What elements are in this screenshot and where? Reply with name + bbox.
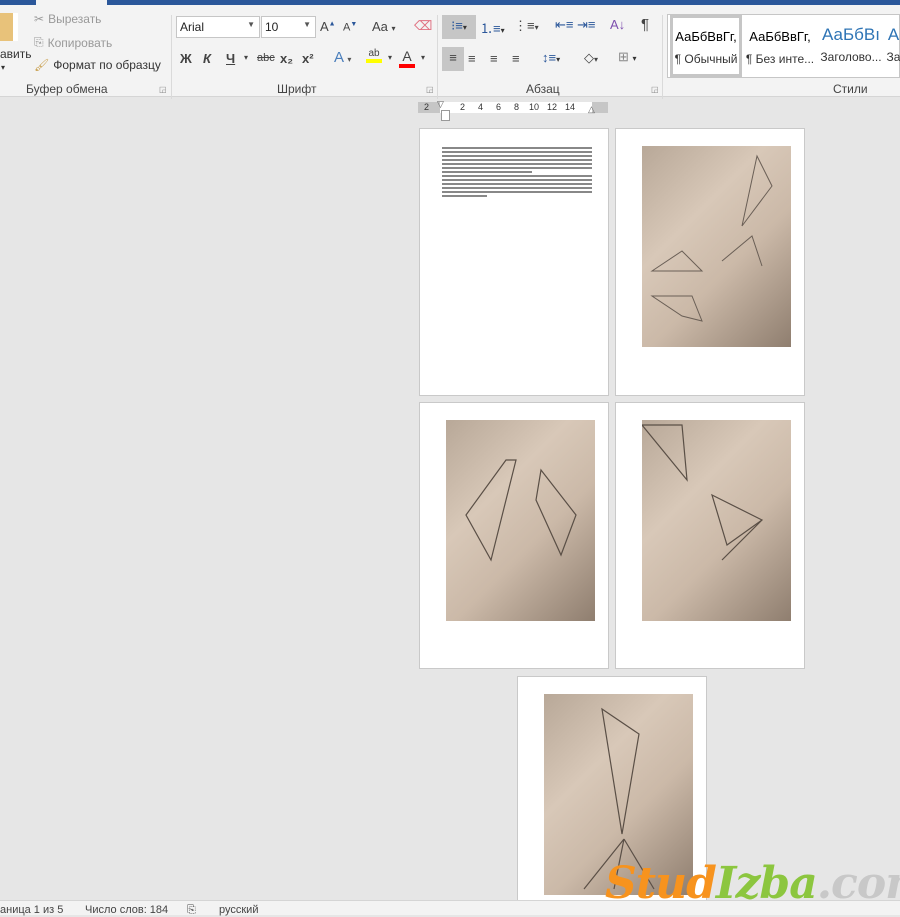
paintbrush-icon: 🖌 [34, 58, 50, 72]
ruler-tick: 4 [478, 102, 484, 112]
cut-button[interactable]: ✂ Вырезать [34, 12, 101, 26]
paste-dropdown-icon[interactable]: ▾ [1, 63, 5, 72]
ruler-tick: 10 [529, 102, 540, 112]
divider [662, 15, 663, 99]
font-color-icon[interactable]: A [399, 48, 415, 68]
format-painter-button[interactable]: 🖌 Формат по образцу [34, 58, 161, 72]
shrink-font-icon[interactable]: A▼ [343, 21, 357, 34]
ruler-tick: 2 [460, 102, 466, 112]
sketch-photo [446, 420, 595, 621]
ruler-tick: 6 [496, 102, 502, 112]
align-left-button[interactable]: ≡ [442, 47, 464, 71]
superscript-button[interactable]: x² [302, 51, 314, 66]
font-name-value: Arial [180, 20, 205, 34]
styles-gallery: АаБбВвГг, ¶ Обычный АаБбВвГг, ¶ Без инте..… [667, 14, 900, 78]
ruler-tick: 8 [514, 102, 520, 112]
page-1[interactable] [419, 128, 609, 396]
style-no-spacing[interactable]: АаБбВвГг, ¶ Без инте... [744, 15, 816, 77]
dialog-launcher-icon[interactable]: ◲ [651, 85, 659, 94]
style-heading1[interactable]: АаБбВı Заголово... [818, 15, 884, 77]
scissors-icon: ✂ [34, 12, 45, 26]
format-painter-label: Формат по образцу [53, 58, 161, 72]
multilevel-list-button[interactable]: ⋮≡▾ [514, 18, 539, 34]
proofing-icon[interactable]: ⎘ [187, 904, 196, 917]
align-right-button[interactable]: ≡ [490, 51, 498, 66]
language[interactable]: русский [219, 904, 258, 916]
style-name: ¶ Без инте... [745, 52, 815, 66]
paste-button[interactable]: авить [0, 47, 32, 61]
ruler-label: 2 [424, 102, 430, 112]
ruler-tick: 14 [565, 102, 576, 112]
dialog-launcher-icon[interactable]: ◲ [159, 85, 167, 94]
dialog-launcher-icon[interactable]: ◲ [426, 85, 434, 94]
font-size-value: 10 [265, 20, 279, 34]
ruler-tick: 12 [547, 102, 558, 112]
font-size-combo[interactable]: 10 ▼ [261, 16, 316, 38]
underline-button[interactable]: Ч [226, 51, 235, 66]
show-formatting-button[interactable]: ¶ [641, 16, 649, 33]
borders-button[interactable]: ⊞ ▾ [618, 49, 637, 65]
chevron-down-icon[interactable]: ▼ [303, 20, 311, 29]
font-color-dropdown-icon[interactable]: ▾ [421, 53, 425, 62]
bold-button[interactable]: Ж [180, 51, 192, 66]
shading-button[interactable]: ◇▾ [584, 50, 598, 66]
increase-indent-icon[interactable]: ⇥≡ [577, 17, 595, 33]
style-preview: АаБбВвГг, [749, 29, 811, 44]
styles-group-label: Стили [833, 82, 868, 96]
underline-dropdown-icon[interactable]: ▾ [244, 53, 248, 62]
sort-icon[interactable]: A↓ [610, 17, 625, 32]
italic-button[interactable]: К [203, 51, 211, 66]
font-group-label: Шрифт [277, 82, 317, 96]
style-preview: АаБбВı [822, 25, 880, 44]
page-2[interactable] [615, 128, 805, 396]
divider [171, 15, 172, 99]
text-effects-icon[interactable]: A ▾ [334, 49, 351, 66]
highlight-dropdown-icon[interactable]: ▾ [388, 53, 392, 62]
copy-label: Копировать [47, 35, 113, 50]
ribbon: авить ▾ ✂ Вырезать ⎘ Копировать 🖌 Формат по… [0, 5, 900, 99]
subscript-button[interactable]: x₂ [280, 51, 293, 66]
copy-icon: ⎘ [34, 35, 44, 49]
sketch-photo [640, 420, 791, 621]
word-count[interactable]: Число слов: 184 [85, 904, 168, 916]
page-count[interactable]: аница 1 из 5 [0, 904, 63, 916]
style-preview: АаБбВвГг, [675, 29, 737, 44]
style-heading2[interactable]: А За [886, 15, 900, 77]
page-text-thumbnail [442, 145, 592, 199]
paragraph-group-label: Абзац [526, 82, 560, 96]
highlight-icon[interactable]: ab [366, 48, 382, 63]
strikethrough-button[interactable]: abc [257, 52, 275, 64]
style-name: За [886, 50, 900, 64]
decrease-indent-icon[interactable]: ⇤≡ [555, 17, 573, 33]
change-case-button[interactable]: Aa ▾ [372, 19, 396, 34]
paste-icon[interactable] [0, 13, 18, 41]
numbering-button[interactable]: ⒈≡▾ [480, 18, 505, 37]
copy-button[interactable]: ⎘ Копировать [34, 35, 112, 50]
divider [437, 15, 438, 99]
first-line-indent-marker[interactable]: ▽ [437, 99, 444, 110]
justify-button[interactable]: ≡ [512, 51, 520, 66]
page-4[interactable] [615, 402, 805, 669]
cut-label: Вырезать [48, 12, 102, 26]
bullets-button[interactable]: ⁝≡▾ [442, 15, 476, 39]
font-name-combo[interactable]: Arial ▼ [176, 16, 260, 38]
chevron-down-icon[interactable]: ▼ [247, 20, 255, 29]
page-3[interactable] [419, 402, 609, 669]
style-name: ¶ Обычный [674, 52, 738, 66]
line-spacing-button[interactable]: ↕≡▾ [542, 50, 560, 65]
clear-formatting-icon[interactable]: ⌫ [414, 18, 432, 34]
left-indent-marker[interactable] [441, 110, 450, 121]
right-indent-marker[interactable]: △ [588, 104, 595, 115]
grow-font-icon[interactable]: A▲ [320, 19, 336, 34]
change-case-label: Aa [372, 19, 388, 34]
align-center-button[interactable]: ≡ [468, 51, 476, 66]
style-preview: А [887, 25, 900, 44]
sketch-photo [642, 146, 791, 347]
status-bar: аница 1 из 5 Число слов: 184 ⎘ русский [0, 900, 900, 917]
style-normal[interactable]: АаБбВвГг, ¶ Обычный [670, 15, 742, 77]
clipboard-group-label: Буфер обмена [26, 82, 108, 96]
style-name: Заголово... [820, 50, 882, 64]
